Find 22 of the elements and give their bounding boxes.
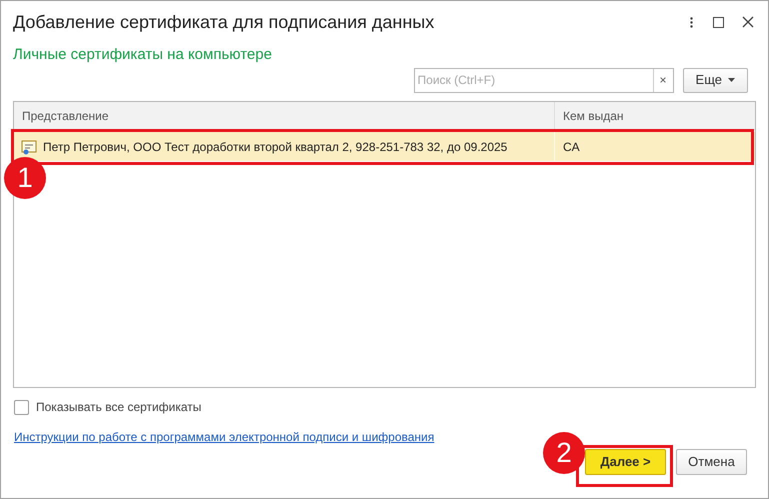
- maximize-icon[interactable]: [713, 16, 724, 28]
- table-cell-text: CA: [563, 138, 580, 156]
- column-header[interactable]: Кем выдан: [555, 102, 755, 129]
- section-heading: Личные сертификаты на компьютере: [13, 46, 272, 63]
- more-icon[interactable]: [690, 16, 693, 28]
- step-badge: 1: [4, 157, 46, 199]
- cancel-button[interactable]: Отмена: [676, 449, 747, 475]
- table-row[interactable]: Петр Петрович, ООО Тест доработки второй квартал 2, 928-251-783 32, до 09.2025 CA: [14, 132, 755, 161]
- caret-icon: [728, 78, 735, 82]
- column-header[interactable]: Представление: [14, 102, 555, 129]
- close-icon[interactable]: [742, 16, 754, 28]
- window-title: Добавление сертификата для подписания данных: [13, 10, 436, 34]
- instructions-link[interactable]: Инструкции по работе с программами электронной подписи и шифрования: [14, 430, 434, 444]
- clear-button[interactable]: ×: [652, 68, 673, 92]
- certificate-icon: [21, 138, 37, 154]
- search-field[interactable]: Поиск (Ctrl+F) ×: [414, 68, 674, 92]
- checkbox-label: Показывать все сертификаты: [36, 399, 202, 416]
- checkbox[interactable]: [14, 400, 29, 414]
- next-button[interactable]: Далее >: [585, 449, 666, 475]
- step-badge: 2: [543, 432, 585, 474]
- table-cell-text: Петр Петрович, ООО Тест доработки второй квартал 2, 928-251-783 32, до 09.2025: [43, 138, 508, 156]
- more-button[interactable]: Еще: [682, 68, 748, 92]
